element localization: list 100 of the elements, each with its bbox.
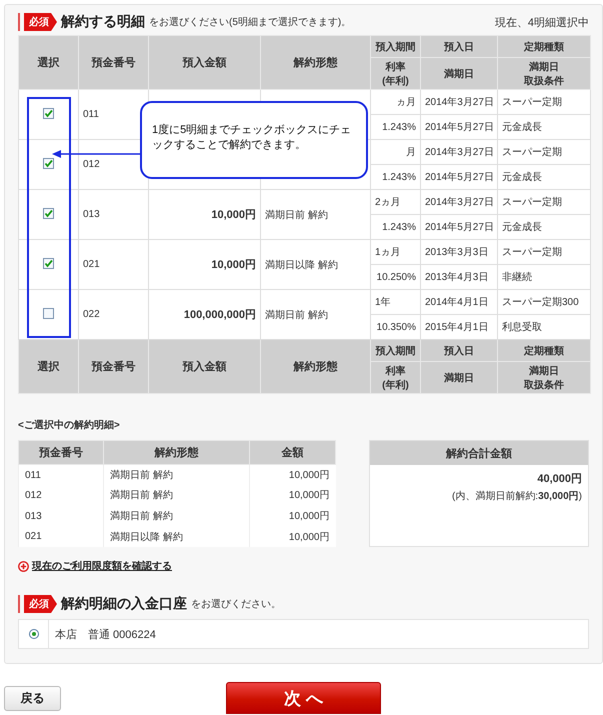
column-header: 利率: [384, 364, 406, 378]
column-header: 解約形態: [104, 440, 250, 464]
checkbox[interactable]: [43, 158, 54, 168]
next-button[interactable]: 次 へ: [226, 682, 381, 714]
table-cell: 月: [406, 147, 416, 158]
column-header: 預入期間: [370, 36, 420, 58]
column-header: 満期日: [528, 60, 560, 74]
checkbox[interactable]: [43, 208, 54, 218]
required-badge: 必須: [24, 595, 57, 613]
table-cell: 2014年5月27日: [425, 122, 494, 133]
table-cell: 元金成長: [502, 172, 542, 183]
column-header: 預入期間: [370, 340, 420, 362]
table-cell: 2014年3月27日: [425, 97, 494, 108]
column-header: 満期日: [528, 364, 560, 378]
section-title: 解約する明細: [61, 13, 145, 31]
table-cell: 満期日以降 解約: [110, 532, 183, 543]
column-header: 預入金額: [148, 36, 260, 90]
table-cell: 013: [83, 209, 100, 220]
plus-circle-icon: [18, 560, 29, 572]
column-header: 選択: [18, 36, 78, 90]
column-header: 預入日: [420, 340, 498, 362]
column-header: 預金番号: [18, 440, 104, 464]
table-cell: 満期日前 解約: [265, 210, 328, 220]
table-cell: 10,000円: [288, 532, 330, 543]
table-cell: 10.350%: [376, 322, 416, 332]
table-cell: 満期日前 解約: [110, 511, 173, 522]
limit-link[interactable]: 現在のご利用限度額を確認する: [32, 559, 172, 573]
table-cell: 満期日前 解約: [265, 310, 328, 320]
account-option[interactable]: 本店 普通 0006224: [18, 619, 589, 649]
back-button[interactable]: 戻る: [4, 686, 61, 710]
required-badge: 必須: [24, 13, 57, 31]
table-cell: 2014年3月27日: [425, 197, 494, 208]
column-header: 利率: [384, 60, 406, 74]
checkbox[interactable]: [43, 108, 54, 118]
column-header: 預入日: [420, 36, 498, 58]
table-cell: 100,000,000円: [184, 309, 256, 321]
table-cell: 1.243%: [382, 122, 416, 132]
column-header: 選択: [18, 340, 78, 394]
table-cell: 2013年3月3日: [425, 247, 488, 258]
table-cell: 2013年4月3日: [425, 272, 488, 283]
table-cell: スーパー定期: [502, 97, 562, 108]
table-cell: 1.243%: [382, 222, 416, 232]
table-cell: 元金成長: [502, 122, 542, 133]
column-header: 預入金額: [148, 340, 260, 394]
column-header: 満期日: [443, 68, 475, 80]
column-header: 取扱条件: [522, 378, 565, 392]
section-title: 解約明細の入金口座: [61, 595, 187, 613]
table-cell: 2014年5月27日: [425, 172, 494, 183]
column-header: 解約形態: [260, 36, 370, 90]
total-breakdown: (内、満期日前解約:30,000円): [452, 491, 582, 502]
table-cell: 2014年4月1日: [425, 297, 488, 308]
radio-button[interactable]: [28, 629, 38, 639]
table-cell: スーパー定期: [502, 197, 562, 208]
table-cell: 1.243%: [382, 172, 416, 182]
table-cell: 10,000円: [211, 259, 256, 271]
column-header: 預金番号: [78, 340, 148, 394]
selection-status: 現在、4明細選択中: [494, 16, 589, 30]
table-cell: 021: [25, 531, 42, 542]
column-header: 解約形態: [260, 340, 370, 394]
table-cell: 2014年5月27日: [425, 222, 494, 233]
table-cell: ヵ月: [396, 97, 416, 108]
table-cell: 非継続: [502, 272, 532, 283]
table-cell: 満期日以降 解約: [265, 260, 338, 270]
table-cell: 10,000円: [211, 209, 256, 221]
total-amount: 40,000円: [537, 473, 582, 485]
table-cell: 2015年4月1日: [425, 322, 488, 333]
column-header: 定期種類: [498, 340, 590, 362]
column-header: (年利): [381, 74, 410, 88]
table-cell: 011: [25, 470, 41, 481]
table-cell: 満期日前 解約: [110, 470, 173, 482]
table-cell: 10.250%: [376, 272, 416, 282]
checkbox[interactable]: [43, 308, 54, 318]
table-cell: 1年: [375, 297, 391, 308]
column-header: 金額: [250, 440, 336, 464]
account-label: 本店 普通 0006224: [54, 628, 156, 642]
table-cell: 10,000円: [288, 470, 330, 482]
table-cell: 011: [83, 109, 99, 120]
table-cell: 022: [83, 309, 100, 320]
column-header: (年利): [381, 378, 410, 392]
column-header: 預金番号: [78, 36, 148, 90]
callout-note: 1度に5明細までチェックボックスにチェックすることで解約できます。: [140, 101, 368, 179]
total-header: 解約合計金額: [446, 446, 512, 460]
table-cell: 012: [25, 490, 42, 501]
table-cell: 2014年3月27日: [425, 147, 494, 158]
table-cell: 2ヵ月: [375, 197, 401, 208]
table-cell: 1ヵ月: [375, 247, 401, 258]
column-header: 定期種類: [498, 36, 590, 58]
table-cell: 利息受取: [502, 322, 542, 333]
table-cell: スーパー定期: [502, 247, 562, 258]
subsection-title: <ご選択中の解約明細>: [18, 418, 121, 432]
column-header: 満期日: [443, 372, 475, 384]
table-cell: 元金成長: [502, 222, 542, 233]
table-cell: 012: [83, 159, 100, 170]
section-note: をお選びください(5明細まで選択できます)。: [149, 16, 352, 29]
table-cell: 013: [25, 510, 42, 522]
table-cell: 021: [83, 259, 100, 270]
table-cell: スーパー定期300: [502, 297, 579, 308]
checkbox[interactable]: [43, 258, 54, 268]
section-note: をお選びください。: [191, 598, 281, 611]
table-cell: 満期日前 解約: [110, 490, 173, 502]
